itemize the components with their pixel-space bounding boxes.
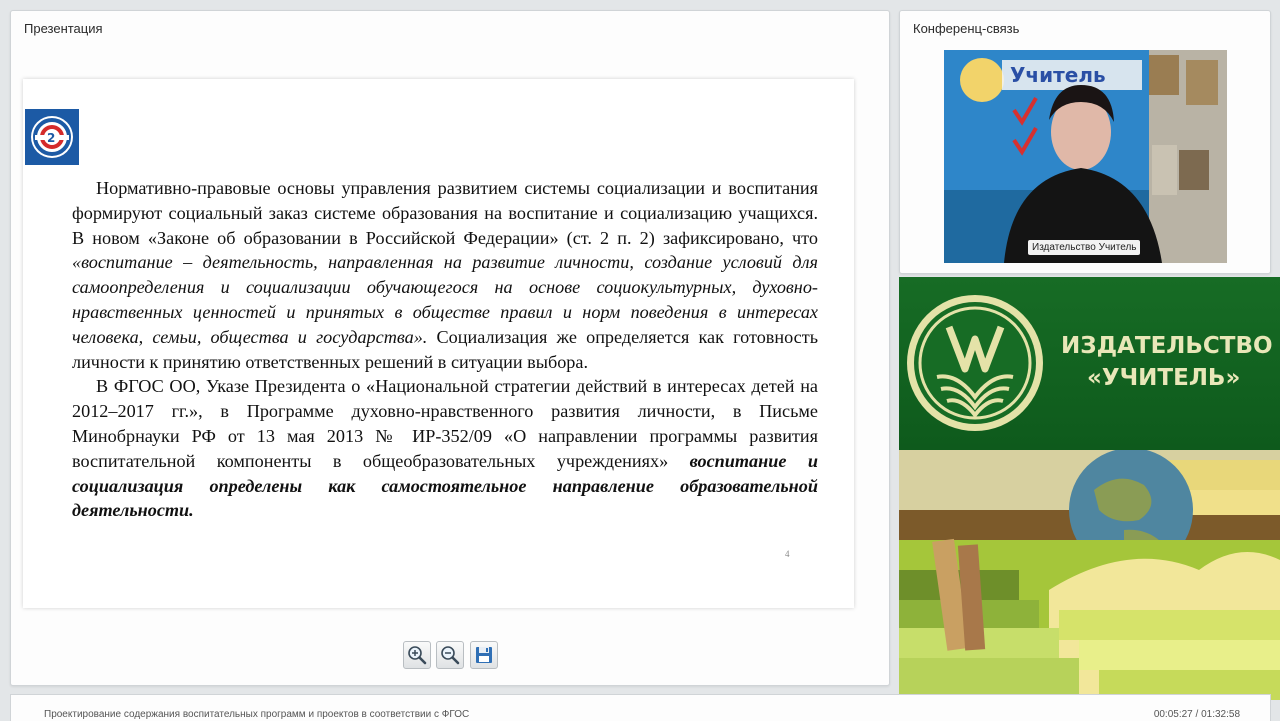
banner-title-line-1: ИЗДАТЕЛЬСТВО: [1061, 333, 1273, 359]
presentation-panel: Презентация 2 Нормативно-правовые основы…: [10, 10, 890, 686]
paragraph-1-text-a: Нормативно-правовые основы управления ра…: [72, 178, 818, 248]
presentation-slide: 2 Нормативно-правовые основы управления …: [23, 79, 854, 608]
save-button[interactable]: [470, 641, 498, 669]
webcam-video[interactable]: Учитель Издательство Учитель: [944, 50, 1227, 263]
publisher-logo-icon: [907, 295, 1043, 431]
svg-text:Учитель: Учитель: [1010, 63, 1106, 87]
course-title: Проектирование содержания воспитательных…: [44, 709, 470, 720]
slide-logo: 2: [25, 109, 79, 165]
zoom-in-icon: [408, 646, 427, 665]
status-bar: Проектирование содержания воспитательных…: [10, 694, 1271, 721]
conference-panel: Конференц-связь Учитель Издательство Учи…: [899, 10, 1271, 274]
slide-paragraph-1: Нормативно-правовые основы управления ра…: [72, 176, 818, 374]
svg-text:2: 2: [47, 131, 55, 145]
slide-page-number: 4: [785, 549, 790, 559]
zoom-out-button[interactable]: [436, 641, 464, 669]
conference-panel-title: Конференц-связь: [913, 21, 1020, 36]
books-and-globe-illustration: [899, 450, 1280, 700]
banner-header: ИЗДАТЕЛЬСТВО «УЧИТЕЛЬ»: [899, 277, 1280, 450]
playback-timer: 00:05:27 / 01:32:58: [1153, 709, 1240, 720]
publisher-banner: ИЗДАТЕЛЬСТВО «УЧИТЕЛЬ»: [899, 277, 1280, 700]
video-participant-label: Издательство Учитель: [1028, 240, 1141, 255]
presentation-panel-title: Презентация: [24, 21, 103, 36]
zoom-in-button[interactable]: [403, 641, 431, 669]
slide-paragraph-2: В ФГОС ОО, Указе Президента о «Националь…: [72, 374, 818, 523]
slide-text: Нормативно-правовые основы управления ра…: [72, 176, 818, 523]
banner-title-line-2: «УЧИТЕЛЬ»: [1087, 365, 1241, 391]
zoom-out-icon: [441, 646, 460, 665]
video-frame: Учитель: [944, 50, 1227, 263]
floppy-disk-icon: [476, 647, 492, 663]
